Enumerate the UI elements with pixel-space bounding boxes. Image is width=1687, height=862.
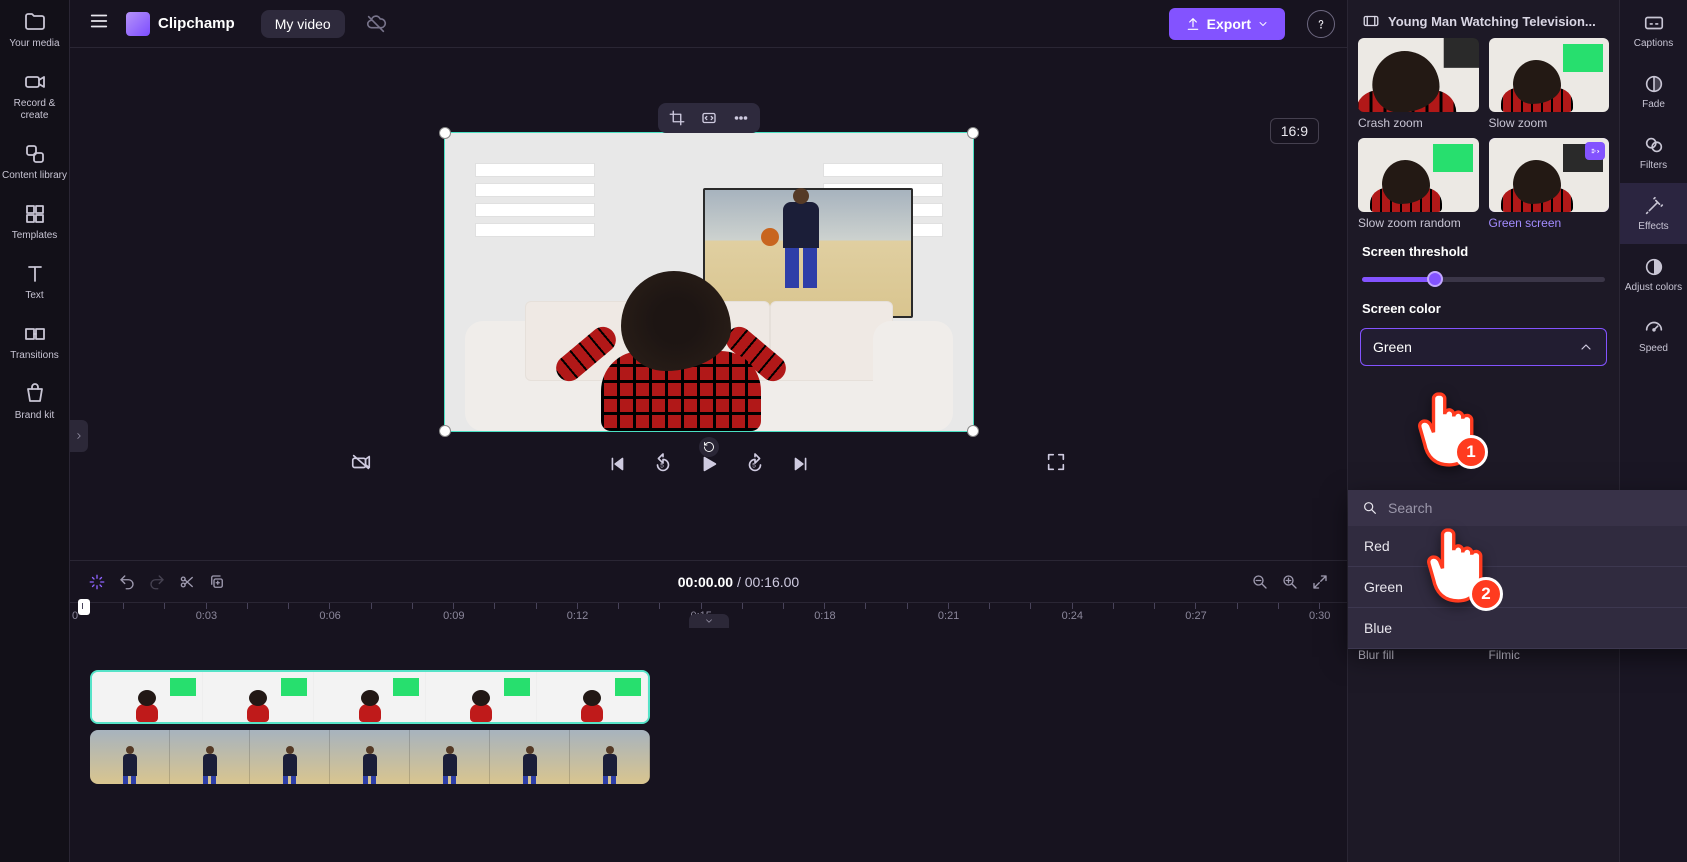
resize-handle-tl[interactable] xyxy=(439,127,451,139)
effects-panel: Young Man Watching Television... Crash z… xyxy=(1347,0,1619,862)
play-icon[interactable] xyxy=(698,450,720,478)
tab-effects[interactable]: Effects xyxy=(1620,183,1687,244)
tab-adjust-colors[interactable]: Adjust colors xyxy=(1620,244,1687,305)
nav-brand-kit[interactable]: Brand kit xyxy=(0,372,69,432)
threshold-label: Screen threshold xyxy=(1348,230,1619,265)
menu-button[interactable] xyxy=(82,4,116,43)
clipchamp-icon xyxy=(126,12,150,36)
right-property-rail: Captions Fade Filters Effects Adjust col… xyxy=(1619,0,1687,862)
nav-label: Brand kit xyxy=(15,410,54,422)
zoom-out-icon[interactable] xyxy=(1251,573,1269,591)
app-name: Clipchamp xyxy=(158,15,235,32)
app-topbar: Clipchamp My video Export xyxy=(70,0,1347,48)
split-icon[interactable] xyxy=(178,573,196,591)
skip-start-icon[interactable] xyxy=(606,453,628,475)
rewind-5-icon[interactable]: 5 xyxy=(652,453,674,475)
redo-icon[interactable] xyxy=(148,573,166,591)
time-display: 00:00.00 / 00:16.00 xyxy=(238,574,1239,590)
ai-sparkle-icon[interactable] xyxy=(88,573,106,591)
color-option-blue[interactable]: Blue xyxy=(1348,608,1687,649)
left-nav-rail: Your media Record & create Content libra… xyxy=(0,0,70,862)
track-clip-top[interactable] xyxy=(90,670,650,724)
effect-crash-zoom[interactable]: Crash zoom xyxy=(1358,38,1479,130)
effect-slow-zoom-random[interactable]: Slow zoom random xyxy=(1358,138,1479,230)
aspect-ratio-badge[interactable]: 16:9 xyxy=(1270,118,1319,144)
track-clip-bottom[interactable] xyxy=(90,730,650,784)
tab-captions[interactable]: Captions xyxy=(1620,0,1687,61)
color-option-green[interactable]: Green xyxy=(1348,567,1687,608)
nav-your-media[interactable]: Your media xyxy=(0,0,69,60)
crop-icon[interactable] xyxy=(668,109,686,127)
color-search-input[interactable] xyxy=(1388,500,1687,516)
undo-icon[interactable] xyxy=(118,573,136,591)
more-icon[interactable] xyxy=(732,109,750,127)
project-title[interactable]: My video xyxy=(261,10,345,38)
tab-speed[interactable]: Speed xyxy=(1620,305,1687,366)
nav-transitions[interactable]: Transitions xyxy=(0,312,69,372)
playback-controls: 5 5 xyxy=(70,432,1347,486)
nav-record-create[interactable]: Record & create xyxy=(0,60,69,132)
clip-icon xyxy=(1362,12,1380,30)
search-icon xyxy=(1362,500,1378,516)
skip-end-icon[interactable] xyxy=(790,453,812,475)
resize-handle-tr[interactable] xyxy=(967,127,979,139)
effect-slow-zoom[interactable]: Slow zoom xyxy=(1489,38,1610,130)
screen-color-dropdown[interactable]: Green xyxy=(1360,328,1607,366)
forward-5-icon[interactable]: 5 xyxy=(744,453,766,475)
video-preview[interactable] xyxy=(444,132,974,432)
playhead[interactable] xyxy=(78,599,90,615)
nav-label: Record & create xyxy=(0,98,69,122)
effect-active-badge-icon xyxy=(1585,142,1605,160)
svg-text:5: 5 xyxy=(752,463,756,470)
time-total: 00:16.00 xyxy=(745,574,800,590)
tab-filters[interactable]: Filters xyxy=(1620,122,1687,183)
nav-text[interactable]: Text xyxy=(0,252,69,312)
color-dropdown-list: Red Green Blue xyxy=(1348,490,1687,649)
dropdown-value: Green xyxy=(1373,339,1412,355)
copy-icon[interactable] xyxy=(208,573,226,591)
collapse-timeline-button[interactable] xyxy=(689,614,729,628)
threshold-slider[interactable] xyxy=(1362,269,1605,287)
nav-label: Transitions xyxy=(10,350,59,362)
cloud-sync-off-icon[interactable] xyxy=(365,13,387,35)
app-logo[interactable]: Clipchamp xyxy=(126,12,235,36)
time-current: 00:00.00 xyxy=(678,574,733,590)
color-option-red[interactable]: Red xyxy=(1348,526,1687,567)
zoom-in-icon[interactable] xyxy=(1281,573,1299,591)
export-label: Export xyxy=(1207,16,1251,32)
fullscreen-icon[interactable] xyxy=(1045,451,1067,473)
nav-label: Text xyxy=(25,290,43,302)
svg-text:5: 5 xyxy=(660,463,664,470)
help-button[interactable] xyxy=(1307,10,1335,38)
nav-label: Your media xyxy=(9,38,59,50)
timeline-tracks[interactable] xyxy=(70,628,1347,862)
timeline-toolbar: 00:00.00 / 00:16.00 xyxy=(70,560,1347,602)
export-button[interactable]: Export xyxy=(1169,8,1285,40)
clip-title: Young Man Watching Television... xyxy=(1388,14,1605,29)
fit-icon[interactable] xyxy=(700,109,718,127)
screen-color-label: Screen color xyxy=(1348,287,1619,322)
nav-label: Content library xyxy=(2,170,67,182)
nav-label: Templates xyxy=(12,230,58,242)
nav-content-library[interactable]: Content library xyxy=(0,132,69,192)
color-search-row xyxy=(1348,490,1687,526)
nav-templates[interactable]: Templates xyxy=(0,192,69,252)
fit-timeline-icon[interactable] xyxy=(1311,573,1329,591)
preview-toolbar xyxy=(658,103,760,133)
mute-icon[interactable] xyxy=(350,451,372,473)
effect-green-screen[interactable]: Green screen xyxy=(1489,138,1610,230)
chevron-up-icon xyxy=(1578,339,1594,355)
tab-fade[interactable]: Fade xyxy=(1620,61,1687,122)
